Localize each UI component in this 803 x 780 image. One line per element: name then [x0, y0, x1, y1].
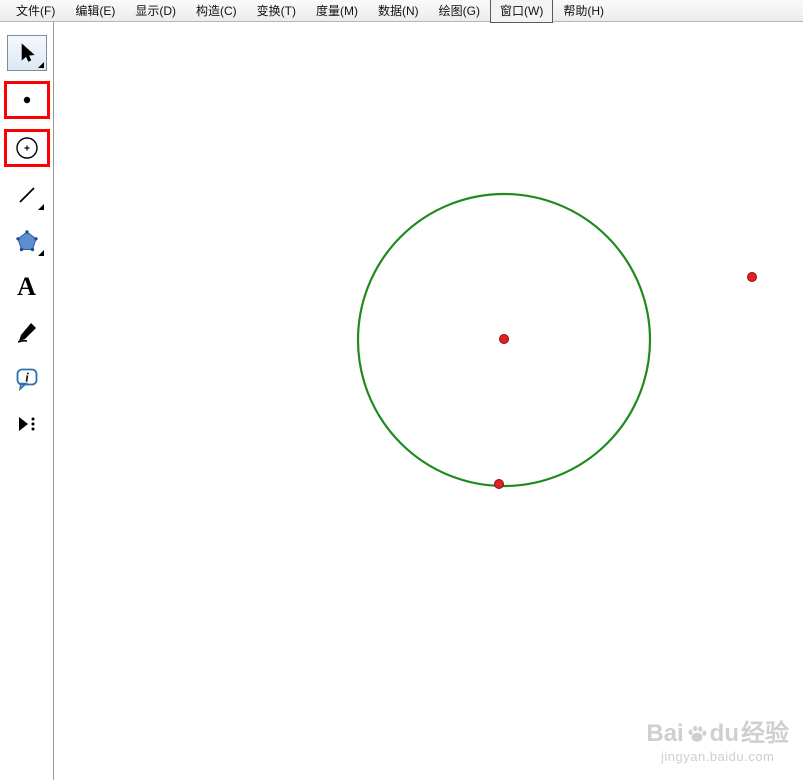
- arrow-cursor-icon: [21, 43, 35, 62]
- marker-pen-icon: [17, 323, 36, 343]
- menu-edit[interactable]: 编辑(E): [65, 0, 125, 23]
- point-tool[interactable]: [3, 81, 50, 119]
- baidu-watermark: Bai du 经验 jingyan.baidu.com: [646, 719, 789, 764]
- watermark-url: jingyan.baidu.com: [661, 749, 775, 764]
- custom-tool-icon: [18, 417, 34, 431]
- line-tool[interactable]: [7, 177, 47, 213]
- tool-palette: A i: [0, 22, 54, 780]
- watermark-brand-cn: 经验: [741, 719, 789, 747]
- menu-measure[interactable]: 度量(M): [306, 0, 368, 23]
- menu-help[interactable]: 帮助(H): [553, 0, 614, 23]
- menu-display[interactable]: 显示(D): [125, 0, 186, 23]
- info-tool[interactable]: i: [7, 361, 47, 397]
- svg-text:i: i: [25, 370, 29, 385]
- flyout-arrow-icon: [37, 204, 44, 210]
- menu-data[interactable]: 数据(N): [368, 0, 429, 23]
- marker-tool[interactable]: [7, 315, 47, 351]
- menu-bar: 文件(F) 编辑(E) 显示(D) 构造(C) 变换(T) 度量(M) 数据(N…: [0, 0, 803, 23]
- sketch-canvas[interactable]: [0, 0, 803, 780]
- line-segment-icon: [18, 187, 35, 203]
- polygon-tool[interactable]: [7, 223, 47, 259]
- compass-circle-icon: [15, 137, 38, 159]
- menu-construct[interactable]: 构造(C): [186, 0, 247, 23]
- selection-arrow-tool[interactable]: [6, 35, 47, 71]
- pentagon-icon: [15, 230, 38, 252]
- flyout-arrow-icon: [37, 62, 44, 68]
- custom-tool[interactable]: [7, 407, 47, 443]
- menu-graph[interactable]: 绘图(G): [429, 0, 490, 23]
- paw-icon: [688, 725, 707, 742]
- free-point[interactable]: [747, 272, 757, 282]
- point-icon: [23, 96, 30, 104]
- menu-transform[interactable]: 变换(T): [247, 0, 306, 23]
- app-window: 文件(F) 编辑(E) 显示(D) 构造(C) 变换(T) 度量(M) 数据(N…: [0, 0, 803, 780]
- circle-center-point[interactable]: [499, 334, 509, 344]
- point-on-circle[interactable]: [494, 479, 504, 489]
- circle-tool[interactable]: [3, 129, 50, 167]
- flyout-arrow-icon: [37, 250, 44, 256]
- menu-file[interactable]: 文件(F): [6, 0, 65, 23]
- text-tool-glyph: A: [17, 272, 36, 301]
- text-tool[interactable]: A: [7, 269, 47, 305]
- menu-window[interactable]: 窗口(W): [490, 0, 554, 23]
- info-bubble-icon: i: [16, 368, 37, 392]
- watermark-brand-suffix: du: [709, 719, 739, 747]
- watermark-brand-prefix: Bai: [646, 719, 684, 747]
